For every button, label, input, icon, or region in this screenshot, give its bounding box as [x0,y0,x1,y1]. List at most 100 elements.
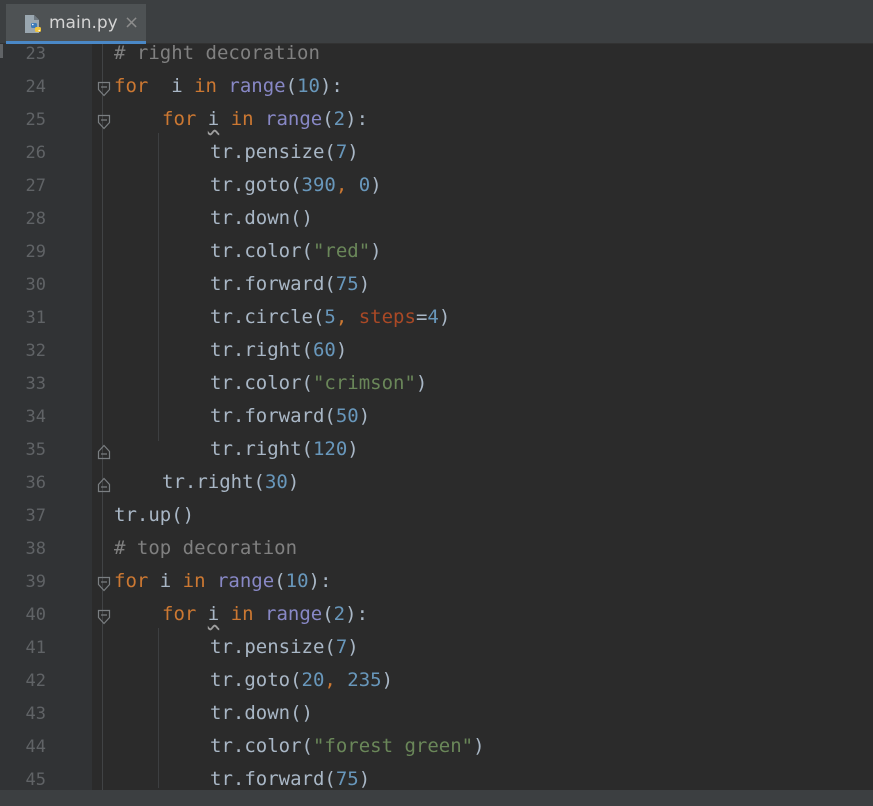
code-token: tr.right( [210,438,313,460]
line-number: 35 [25,440,46,460]
code-token: in [230,603,254,625]
code-token: tr.pensize( [210,141,336,163]
code-token: ) [358,768,371,790]
line-number: 40 [25,605,46,625]
code-token: = [415,306,428,328]
code-line[interactable]: 23 # right decoration [0,44,873,72]
code-text: for i in range(10): [114,75,343,97]
code-token: 30 [264,471,288,493]
code-token: ) [287,471,300,493]
code-token: , [335,174,359,196]
horizontal-scrollbar[interactable] [0,790,873,806]
line-number: 42 [25,671,46,691]
code-line[interactable]: 26 tr.pensize(7) [0,138,873,171]
code-line[interactable]: 38 # top decoration [0,534,873,567]
code-token: for [114,75,149,97]
code-token: 60 [312,339,336,361]
code-line[interactable]: 37 tr.up() [0,501,873,534]
line-number: 32 [25,341,46,361]
code-line[interactable]: 34 tr.forward(50) [0,402,873,435]
code-token: 10 [297,75,320,97]
code-token: , [324,669,348,691]
code-token: , [335,306,359,328]
code-token: ) [370,240,382,262]
code-line[interactable]: 35 tr.right(120) [0,435,873,468]
code-token: ( [274,570,286,592]
code-line[interactable]: 41 tr.pensize(7) [0,633,873,666]
code-token: ): [308,570,332,592]
editor-tab-bar: main.py × [0,0,873,44]
code-line[interactable]: 24 for i in range(10): [0,72,873,105]
line-number: 41 [25,638,46,658]
code-token: 390 [301,174,336,196]
code-text: # right decoration [114,44,320,64]
code-text: tr.up() [114,504,194,526]
code-token: in [182,570,206,592]
fold-end-icon[interactable] [97,444,111,460]
code-line[interactable]: 28 tr.down() [0,204,873,237]
fold-collapse-icon[interactable] [97,81,111,97]
code-token: steps [358,306,416,328]
code-token: range [253,108,323,130]
line-number: 31 [25,308,46,328]
code-text: tr.forward(50) [210,405,370,427]
code-text: tr.circle(5, steps=4) [210,306,450,328]
code-line[interactable]: 43 tr.down() [0,699,873,732]
line-number: 37 [25,506,46,526]
code-token: range [253,603,323,625]
code-token: range [205,570,275,592]
code-token: 20 [301,669,325,691]
code-line[interactable]: 44 tr.color("forest green") [0,732,873,765]
code-line[interactable]: 30 tr.forward(75) [0,270,873,303]
code-line[interactable]: 25 for i in range(2): [0,105,873,138]
code-line[interactable]: 36 tr.right(30) [0,468,873,501]
code-token: ) [358,405,371,427]
code-line[interactable]: 31 tr.circle(5, steps=4) [0,303,873,336]
code-line[interactable]: 29 tr.color("red") [0,237,873,270]
code-text: tr.forward(75) [210,273,370,295]
code-text: tr.color("forest green") [210,735,485,757]
code-token: i [148,570,183,592]
code-token: ) [347,141,359,163]
code-token: tr.color( [210,735,313,757]
code-token: ): [319,75,343,97]
code-token: tr.up() [114,504,195,526]
code-text: tr.color("red") [210,240,382,262]
code-token: ) [370,174,382,196]
line-number: 36 [25,473,46,493]
fold-collapse-icon[interactable] [97,609,111,625]
code-token: tr.color( [210,240,313,262]
code-line[interactable]: 33 tr.color("crimson") [0,369,873,402]
fold-collapse-icon[interactable] [97,576,111,592]
line-number: 24 [25,77,46,97]
code-token: tr.pensize( [210,636,336,658]
code-token: tr.forward( [210,768,336,790]
code-token: 2 [333,603,346,625]
code-line[interactable]: 42 tr.goto(20, 235) [0,666,873,699]
code-line[interactable]: 39 for i in range(10): [0,567,873,600]
code-text: tr.down() [210,702,313,724]
code-line[interactable]: 45 tr.forward(75) [0,765,873,790]
code-editor[interactable]: 23 # right decoration 24 for i in range(10)… [0,44,873,790]
code-line[interactable]: 32 tr.right(60) [0,336,873,369]
line-number: 26 [25,143,46,163]
code-line[interactable]: 40 for i in range(2): [0,600,873,633]
code-text: tr.color("crimson") [210,372,427,394]
code-token: ): [345,108,369,130]
code-token: 0 [358,174,371,196]
code-token: in [194,75,217,97]
code-token: # top decoration [114,537,298,559]
fold-end-icon[interactable] [97,477,111,493]
code-token: tr.forward( [210,405,336,427]
code-token: ) [347,636,359,658]
tab-main-py[interactable]: main.py × [6,4,146,44]
code-line[interactable]: 27 tr.goto(390, 0) [0,171,873,204]
fold-collapse-icon[interactable] [97,114,111,130]
code-token: for [114,570,149,592]
code-text: tr.right(120) [210,438,359,460]
close-icon[interactable]: × [124,12,139,33]
code-token: 75 [335,768,359,790]
code-token: tr.down() [210,207,313,229]
